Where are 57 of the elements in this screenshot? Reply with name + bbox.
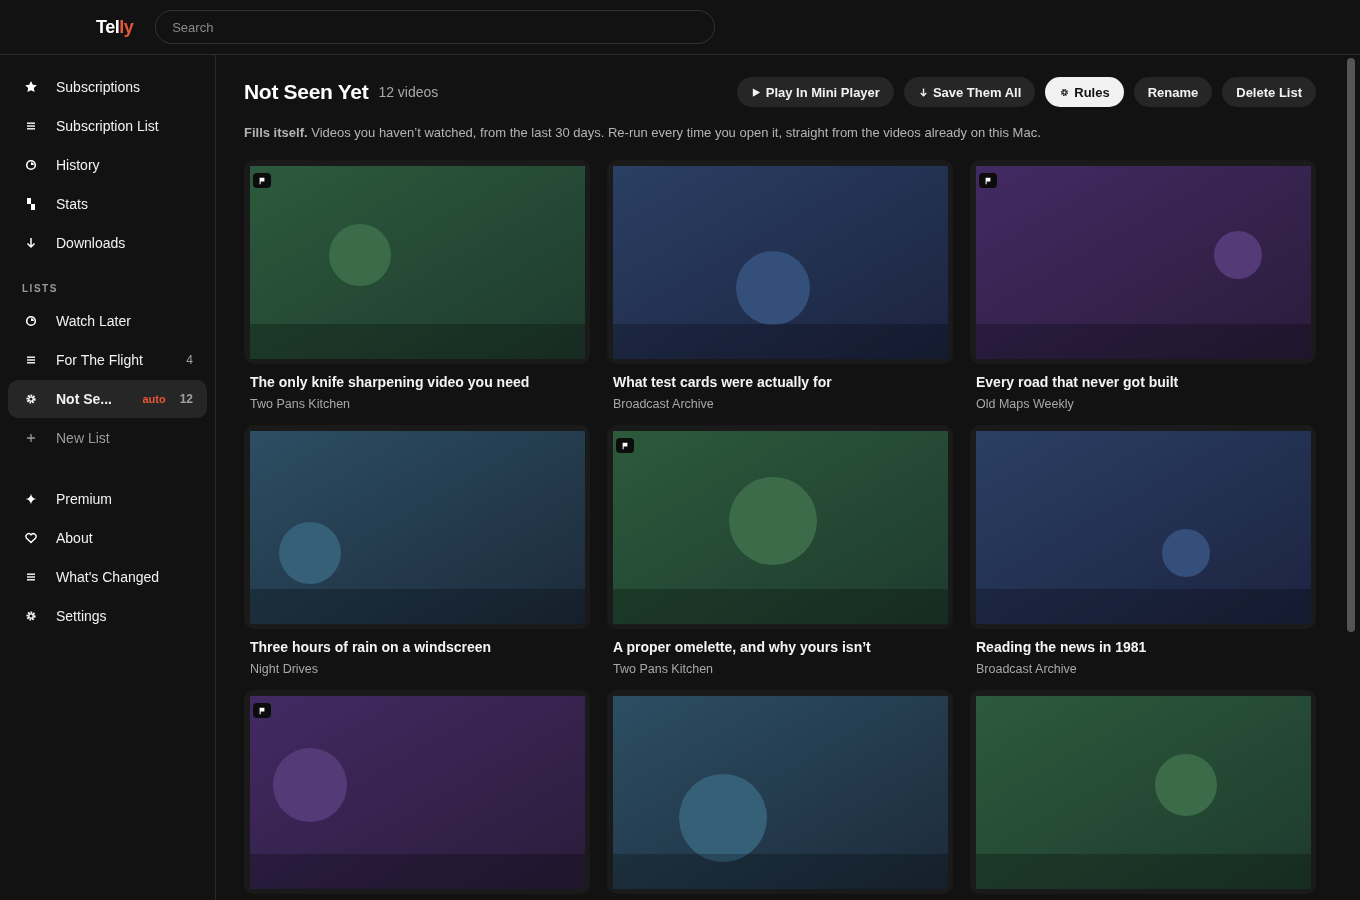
list-item[interactable]: Watch Later bbox=[8, 302, 207, 340]
sidebar-item[interactable]: Settings bbox=[8, 597, 207, 635]
sidebar-item[interactable]: Premium bbox=[8, 480, 207, 518]
sidebar-item[interactable]: History bbox=[8, 146, 207, 184]
video-title[interactable]: The only knife sharpening video you need bbox=[250, 374, 590, 390]
flag-icon bbox=[253, 703, 271, 718]
plus-icon bbox=[24, 431, 38, 445]
list-item[interactable]: New List bbox=[8, 419, 207, 457]
item-count: 4 bbox=[186, 353, 193, 367]
download-icon bbox=[917, 86, 929, 98]
flag-icon bbox=[979, 173, 997, 188]
clock-icon bbox=[24, 314, 38, 328]
settings-icon bbox=[1059, 86, 1071, 98]
heart-icon bbox=[24, 531, 38, 545]
list-description: Fills itself. Videos you haven’t watched, from the last 30 days. Re-run every time you open it, straight from the videos already on this Mac. bbox=[244, 125, 1042, 140]
toolbar-button[interactable]: Play In Mini Player bbox=[736, 77, 894, 107]
list-title: Not Seen Yet bbox=[244, 80, 369, 104]
stats-icon bbox=[24, 197, 38, 211]
channel-name: Night Drives bbox=[250, 662, 320, 676]
toolbar-button[interactable]: Rules bbox=[1045, 77, 1124, 107]
list-item[interactable]: For The Flight 4 bbox=[8, 341, 207, 379]
flag-icon bbox=[253, 173, 271, 188]
video-title[interactable]: Every road that never got built bbox=[976, 374, 1316, 390]
sidebar-item[interactable]: Stats bbox=[8, 185, 207, 223]
sidebar-item[interactable]: Downloads bbox=[8, 224, 207, 262]
video-title[interactable]: A proper omelette, and why yours isn’t bbox=[613, 639, 953, 655]
sidebar-item[interactable]: Subscriptions bbox=[8, 68, 207, 106]
item-count: 12 bbox=[179, 392, 193, 406]
toolbar-button[interactable]: Delete List bbox=[1222, 77, 1316, 107]
download-icon bbox=[24, 236, 38, 250]
video-count: 12 videos bbox=[378, 84, 439, 100]
clock-icon bbox=[24, 158, 38, 172]
flag-icon bbox=[616, 438, 634, 453]
channel-name: Old Maps Weekly bbox=[976, 397, 1075, 411]
video-title[interactable]: Three hours of rain on a windscreen bbox=[250, 639, 590, 655]
star-icon bbox=[24, 80, 38, 94]
toolbar-button[interactable]: Rename bbox=[1133, 77, 1213, 107]
app-logo: Telly bbox=[96, 16, 134, 38]
auto-tag: auto bbox=[142, 393, 166, 405]
scrollbar-thumb[interactable] bbox=[1347, 58, 1355, 632]
section-heading: LISTS bbox=[21, 282, 59, 296]
sidebar-item[interactable]: What's Changed bbox=[8, 558, 207, 596]
toolbar-button[interactable]: Save Them All bbox=[903, 77, 1036, 107]
video-title[interactable]: Reading the news in 1981 bbox=[976, 639, 1316, 655]
channel-name: Two Pans Kitchen bbox=[613, 662, 715, 676]
play-icon bbox=[750, 86, 762, 98]
settings-icon bbox=[24, 609, 38, 623]
search-field[interactable]: Search bbox=[155, 10, 716, 44]
sidebar-item[interactable]: Subscription List bbox=[8, 107, 207, 145]
channel-name: Broadcast Archive bbox=[976, 662, 1078, 676]
settings-icon bbox=[24, 392, 38, 406]
video-title[interactable]: What test cards were actually for bbox=[613, 374, 953, 390]
channel-name: Two Pans Kitchen bbox=[250, 397, 352, 411]
channel-name: Broadcast Archive bbox=[613, 397, 715, 411]
list-item[interactable]: Not Se... auto 12 bbox=[8, 380, 207, 418]
sparkle-icon bbox=[24, 492, 38, 506]
sidebar-item[interactable]: About bbox=[8, 519, 207, 557]
